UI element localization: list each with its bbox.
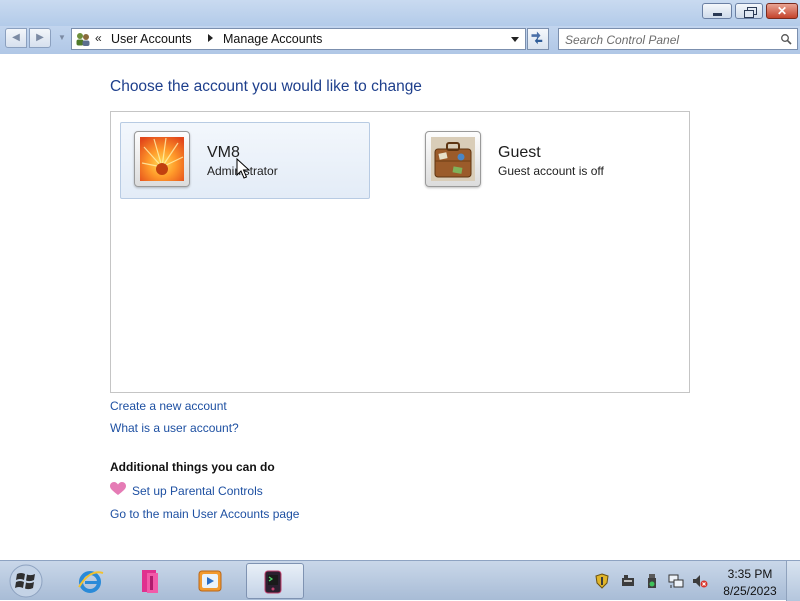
page-title: Choose the account you would like to cha… [110, 78, 422, 95]
close-button[interactable]: ✕ [766, 3, 798, 19]
back-button[interactable]: ◀ [5, 28, 27, 48]
parental-controls-heart-icon [110, 482, 126, 495]
restore-button[interactable] [735, 3, 763, 19]
accounts-list: VM8 Administrator Guest Guest account is… [110, 111, 690, 393]
network-icon[interactable] [668, 573, 684, 589]
search-input[interactable] [563, 31, 777, 49]
forward-arrow-icon: ▶ [36, 32, 44, 43]
window-titlebar: ✕ [0, 0, 800, 26]
avatar [134, 131, 190, 187]
additional-things-heading: Additional things you can do [110, 460, 275, 474]
recent-pages-dropdown[interactable]: ▼ [58, 33, 66, 42]
taskbar: 3:35 PM 8/25/2023 [0, 560, 800, 601]
forward-button[interactable]: ▶ [29, 28, 51, 48]
refresh-button[interactable] [527, 28, 549, 50]
media-player-icon [198, 570, 222, 592]
search-box[interactable] [558, 28, 798, 50]
account-status: Guest account is off [498, 164, 604, 178]
terminal-app-icon [264, 570, 282, 594]
network-drive-icon[interactable] [620, 573, 636, 589]
refresh-icon [531, 31, 543, 45]
main-content: Choose the account you would like to cha… [0, 54, 800, 560]
minimize-icon [703, 4, 731, 18]
volume-muted-icon[interactable] [692, 573, 708, 589]
clock-time: 3:35 PM [727, 567, 773, 581]
suitcase-picture [431, 137, 475, 181]
taskbar-library[interactable] [124, 563, 176, 599]
internet-explorer-icon [78, 571, 104, 593]
breadcrumb-overflow[interactable]: « [95, 31, 102, 45]
parental-controls-link[interactable]: Set up Parental Controls [132, 484, 263, 498]
account-name: VM8 [207, 144, 240, 161]
taskbar-terminal-app[interactable] [246, 563, 304, 599]
breadcrumb-separator-icon[interactable] [208, 34, 213, 42]
usb-icon[interactable] [644, 573, 660, 589]
orange-flower-picture [140, 137, 184, 181]
user-accounts-icon [76, 33, 90, 46]
what-is-user-account-link[interactable]: What is a user account? [110, 421, 239, 435]
avatar [425, 131, 481, 187]
minimize-button[interactable] [702, 3, 732, 19]
address-bar[interactable]: « User Accounts Manage Accounts [71, 28, 526, 50]
back-arrow-icon: ◀ [12, 32, 20, 43]
create-account-link[interactable]: Create a new account [110, 399, 227, 413]
clock-date: 8/25/2023 [723, 584, 777, 598]
breadcrumb-manage-accounts[interactable]: Manage Accounts [223, 32, 322, 46]
navigation-bar: ◀ ▶ ▼ « User Accounts Manage Accounts [0, 26, 800, 54]
start-button[interactable] [8, 564, 44, 598]
taskbar-media-player[interactable] [184, 563, 236, 599]
mouse-pointer-icon [236, 158, 250, 179]
search-icon[interactable] [780, 33, 792, 45]
restore-icon [736, 4, 762, 18]
security-shield-icon[interactable] [594, 573, 610, 589]
close-icon: ✕ [776, 4, 788, 18]
account-tile-guest[interactable]: Guest Guest account is off [411, 122, 661, 199]
address-dropdown-icon[interactable] [511, 37, 519, 42]
account-name: Guest [498, 144, 541, 161]
breadcrumb-user-accounts[interactable]: User Accounts [111, 32, 192, 46]
library-icon [142, 570, 158, 593]
main-user-accounts-link[interactable]: Go to the main User Accounts page [110, 507, 299, 521]
taskbar-internet-explorer[interactable] [64, 563, 116, 599]
show-desktop-button[interactable] [786, 561, 800, 601]
